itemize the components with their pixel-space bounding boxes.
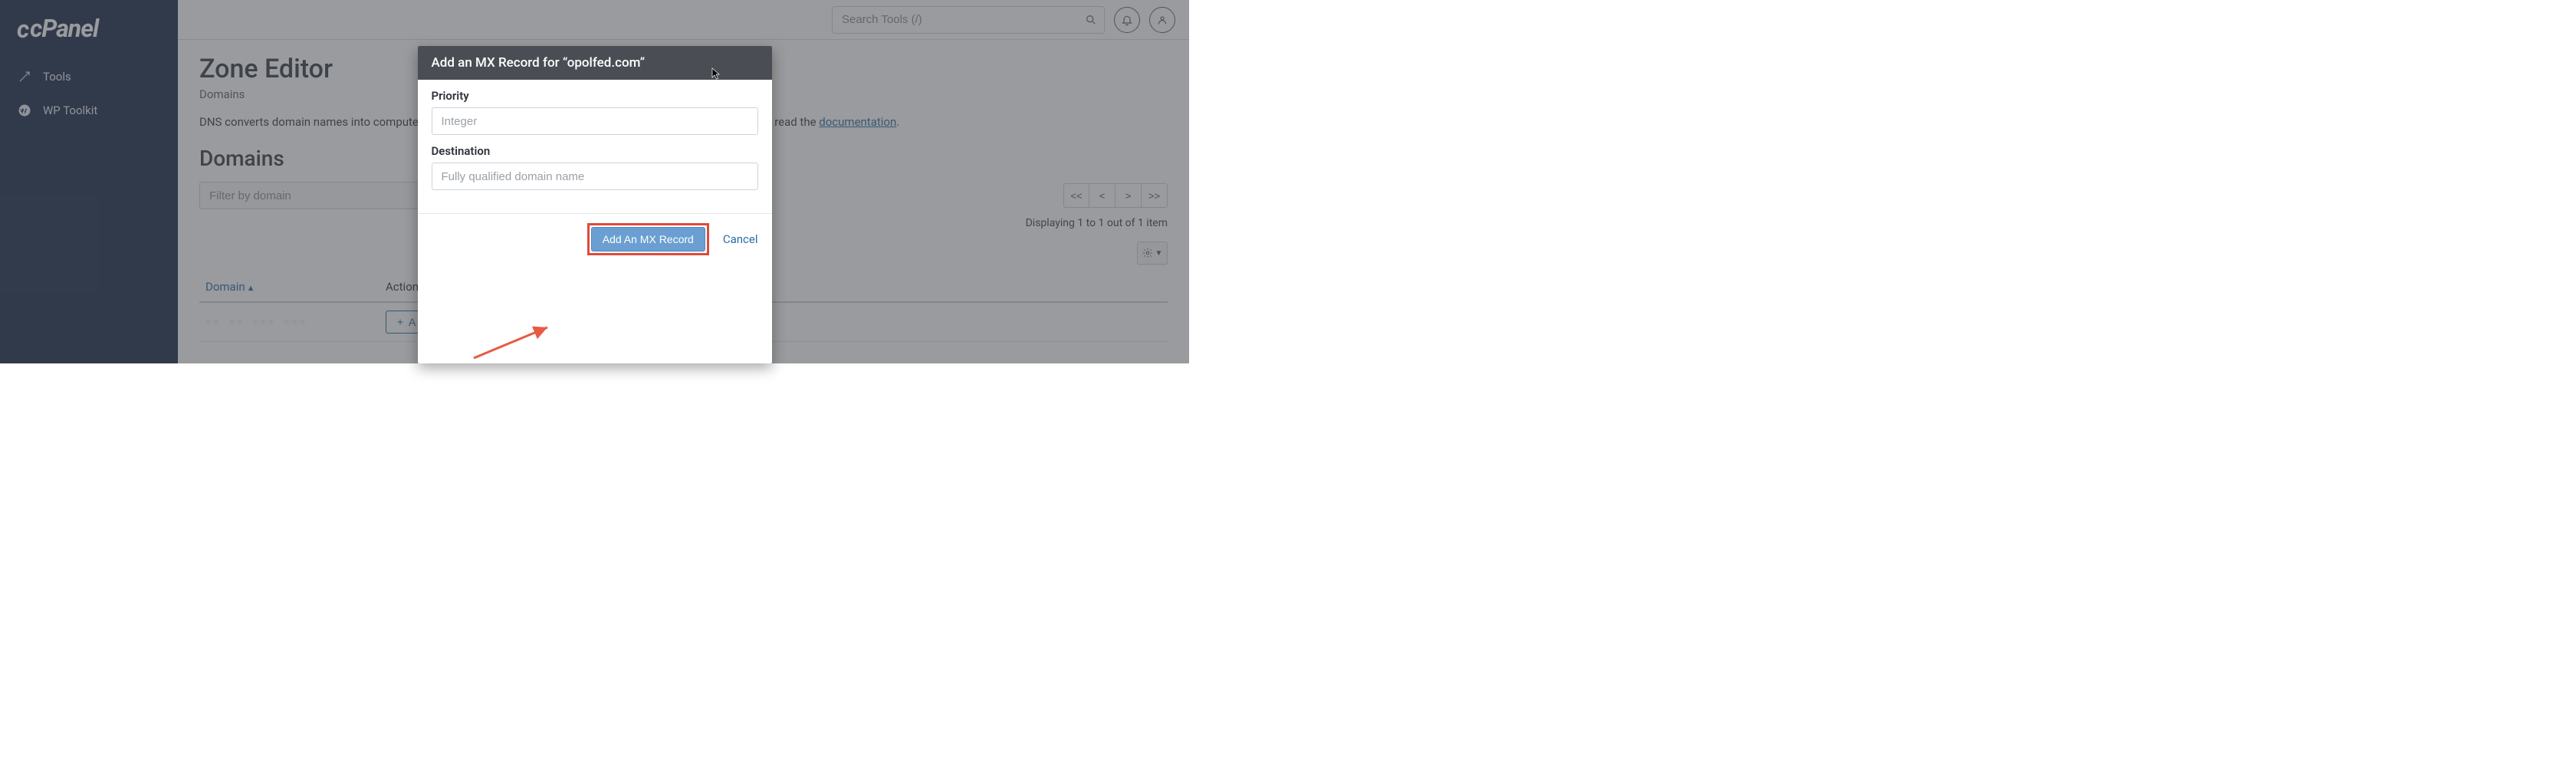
priority-label: Priority [432, 89, 758, 103]
modal-title: Add an MX Record for “opolfed.com” [418, 46, 772, 80]
add-mx-submit-button[interactable]: Add An MX Record [591, 227, 705, 251]
destination-label: Destination [432, 144, 758, 158]
modal-body: Priority Destination [418, 80, 772, 213]
cancel-link[interactable]: Cancel [723, 232, 758, 246]
destination-input[interactable] [432, 163, 758, 190]
modal-footer: Add An MX Record Cancel [418, 213, 772, 265]
modal-overlay: Add an MX Record for “opolfed.com” Prior… [0, 0, 1189, 363]
highlight-annotation: Add An MX Record [587, 223, 709, 255]
add-mx-modal: Add an MX Record for “opolfed.com” Prior… [418, 46, 772, 363]
priority-input[interactable] [432, 107, 758, 135]
